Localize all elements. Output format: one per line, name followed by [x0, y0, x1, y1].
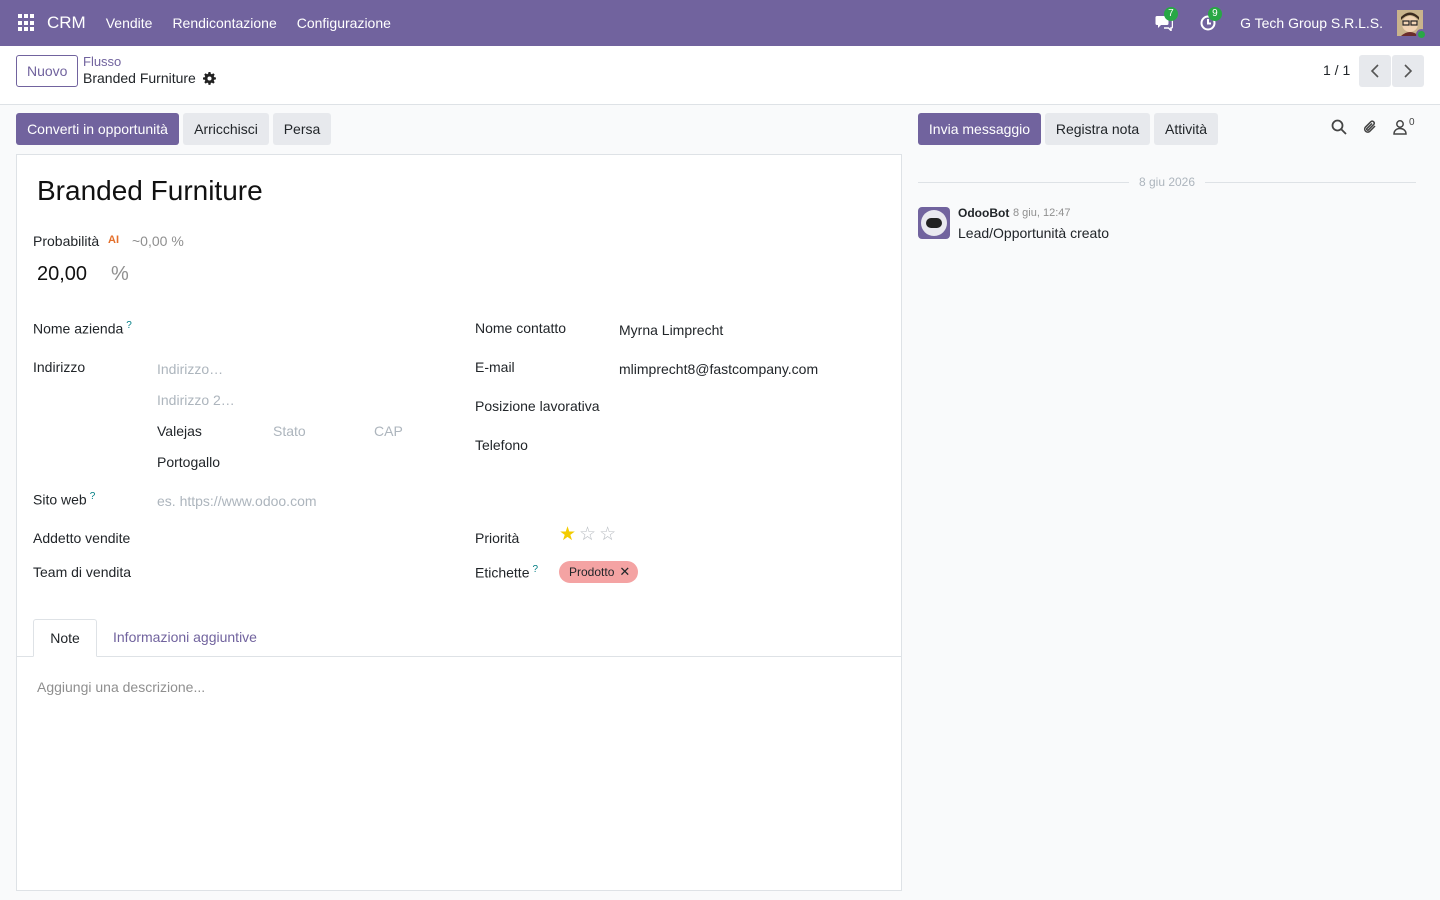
paperclip-icon [1363, 120, 1376, 133]
app-brand[interactable]: CRM [47, 13, 86, 33]
priority-stars[interactable]: ★ ☆ ☆ [559, 525, 616, 544]
menu-configurazione[interactable]: Configurazione [287, 15, 401, 31]
chevron-right-icon [1404, 64, 1413, 78]
date-separator-label: 8 giu 2026 [1138, 175, 1196, 189]
gear-icon[interactable] [202, 71, 216, 85]
priority-star-icon[interactable]: ☆ [599, 525, 616, 544]
lost-button[interactable]: Persa [273, 113, 331, 145]
odoobot-avatar[interactable] [918, 207, 950, 239]
tags-label-text: Etichette [475, 564, 530, 581]
job-position-label: Posizione lavorativa [475, 398, 600, 414]
chatter-search-button[interactable] [1331, 119, 1347, 135]
contact-name-input[interactable]: Myrna Limprecht [619, 322, 723, 338]
online-status-dot [1416, 29, 1427, 40]
followers-button[interactable]: 0 [1393, 116, 1415, 135]
probability-label: Probabilità [33, 233, 100, 249]
priority-label: Priorità [475, 530, 520, 546]
chevron-left-icon [1370, 64, 1379, 78]
pager-next-button[interactable] [1392, 55, 1424, 87]
zip-input[interactable]: CAP [374, 423, 403, 439]
top-navbar: CRM Vendite Rendicontazione Configurazio… [0, 0, 1440, 46]
tabs-divider [17, 656, 901, 657]
log-note-button[interactable]: Registra nota [1045, 113, 1150, 145]
activities-chatter-button[interactable]: Attività [1154, 113, 1218, 145]
priority-star-icon[interactable]: ☆ [579, 525, 596, 544]
activities-badge: 9 [1208, 7, 1222, 21]
tag-label: Prodotto [569, 565, 615, 579]
contact-name-label: Nome contatto [475, 320, 567, 336]
company-name-label-text: Nome azienda [33, 320, 124, 337]
messages-badge: 7 [1164, 7, 1178, 21]
message-date: 8 giu, 12:47 [1013, 207, 1071, 219]
country-select[interactable]: Portogallo [157, 454, 220, 470]
phone-label: Telefono [475, 437, 528, 453]
priority-star-icon[interactable]: ★ [559, 525, 576, 544]
followers-count: 0 [1409, 116, 1415, 128]
pager-previous-button[interactable] [1359, 55, 1391, 87]
messages-button[interactable]: 7 [1152, 7, 1178, 35]
ai-probability-icon[interactable]: AI [108, 234, 119, 246]
attachment-button[interactable] [1362, 119, 1378, 135]
menu-rendicontazione[interactable]: Rendicontazione [162, 15, 286, 31]
street-input[interactable]: Indirizzo… [157, 361, 223, 377]
tags-help[interactable]: ? [532, 564, 538, 575]
pager-value[interactable]: 1 / 1 [1323, 62, 1350, 78]
menu-vendite[interactable]: Vendite [96, 15, 163, 31]
message-author[interactable]: OdooBot [958, 206, 1009, 220]
tab-note[interactable]: Note [33, 619, 97, 657]
lead-title[interactable]: Branded Furniture [37, 175, 263, 207]
city-input[interactable]: Valejas [157, 423, 202, 439]
breadcrumb-current-label: Branded Furniture [83, 70, 196, 86]
website-help[interactable]: ? [90, 491, 96, 502]
company-switcher[interactable]: G Tech Group S.R.L.S. [1240, 15, 1383, 31]
percent-sign: % [111, 263, 129, 285]
website-label-text: Sito web [33, 491, 87, 508]
new-button[interactable]: Nuovo [16, 55, 79, 87]
enrich-button[interactable]: Arricchisci [183, 113, 269, 145]
email-input[interactable]: mlimprecht8@fastcompany.com [619, 361, 818, 377]
form-sheet: Branded Furniture Probabilità AI ~0,00 %… [16, 154, 902, 891]
email-label: E-mail [475, 359, 515, 375]
date-separator: 8 giu 2026 [918, 174, 1416, 190]
company-name-help[interactable]: ? [126, 320, 132, 331]
website-label: Sito web? [33, 491, 95, 508]
control-panel: Nuovo Flusso Branded Furniture 1 / 1 [0, 46, 1440, 105]
address-label: Indirizzo [33, 359, 86, 375]
sales-team-label: Team di vendita [33, 564, 132, 580]
breadcrumb-parent[interactable]: Flusso [83, 54, 121, 69]
user-avatar[interactable] [1397, 10, 1427, 40]
send-message-button[interactable]: Invia messaggio [918, 113, 1041, 145]
user-icon [1393, 120, 1407, 135]
message-body: Lead/Opportunità creato [958, 225, 1109, 241]
app-grid-icon[interactable] [18, 14, 36, 32]
ai-probability-value: ~0,00 % [132, 233, 184, 249]
tab-extra-info[interactable]: Informazioni aggiuntive [113, 629, 257, 645]
robot-icon [921, 210, 947, 236]
state-select[interactable]: Stato [273, 423, 306, 439]
convert-opportunity-button[interactable]: Converti in opportunità [16, 113, 179, 145]
probability-input[interactable]: 20,00 [37, 263, 87, 286]
company-name-label: Nome azienda? [33, 320, 132, 337]
street2-input[interactable]: Indirizzo 2… [157, 392, 235, 408]
search-icon [1331, 119, 1347, 135]
salesperson-label: Addetto vendite [33, 530, 131, 546]
activities-button[interactable]: 9 [1196, 7, 1222, 35]
website-input[interactable]: es. https://www.odoo.com [157, 493, 317, 509]
breadcrumb-current: Branded Furniture [83, 70, 216, 86]
description-editor[interactable]: Aggiungi una descrizione... [37, 679, 205, 695]
tags-label: Etichette? [475, 564, 538, 581]
remove-tag-icon[interactable]: ✕ [619, 564, 630, 580]
tag-badge: Prodotto ✕ [559, 561, 639, 583]
